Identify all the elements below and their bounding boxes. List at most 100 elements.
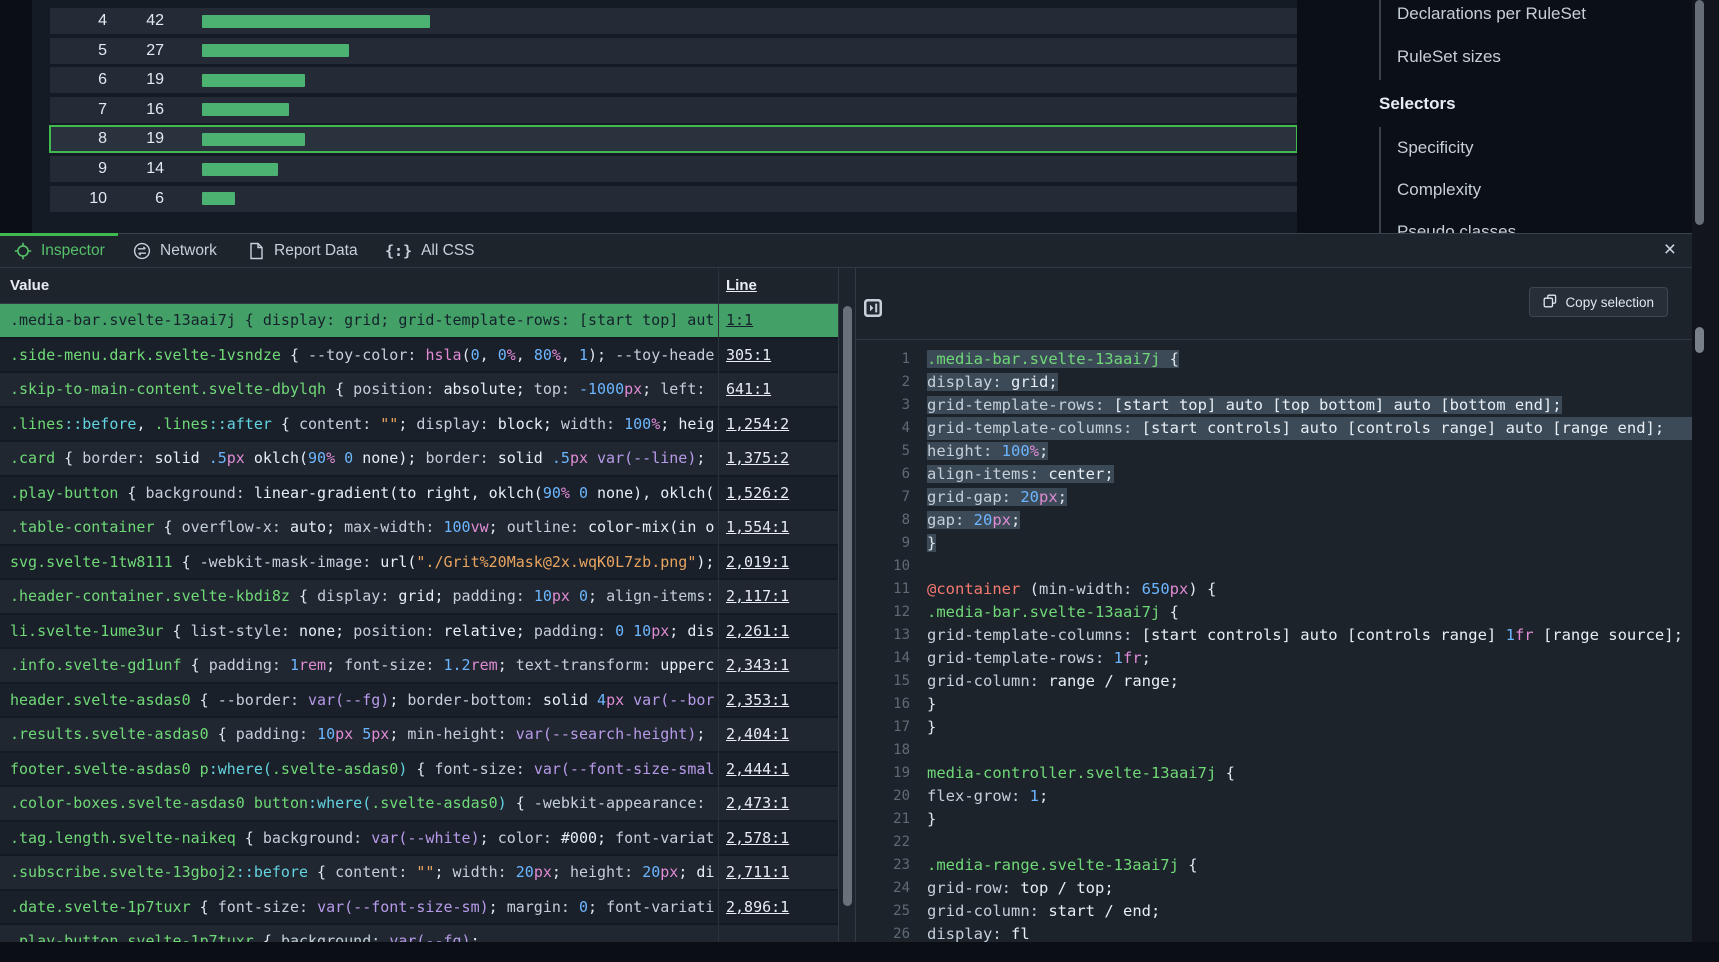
table-row[interactable]: .tag.length.svelte-naikeq { background: … [0,822,838,857]
table-row[interactable]: header.svelte-asdas0 { --border: var(--f… [0,684,838,719]
code-text: .media-bar.svelte-13aai7j { [927,601,1179,624]
page-scrollbar[interactable] [1692,0,1719,942]
table-row[interactable]: .date.svelte-1p7tuxr { font-size: var(--… [0,891,838,926]
code-token: min-height: [407,725,515,743]
table-row[interactable]: li.svelte-1ume3ur { list-style: none; po… [0,615,838,650]
code-token: 0 [471,346,480,364]
table-row[interactable]: footer.svelte-asdas0 p:where(.svelte-asd… [0,753,838,788]
table-row[interactable]: .skip-to-main-content.svelte-dbylqh { po… [0,373,838,408]
line-link[interactable]: 1,526:2 [726,477,789,509]
code-token: { [155,518,182,536]
table-row[interactable]: .play-button.svelte-1p7tuxr { background… [0,925,838,942]
line-link[interactable]: 2,019:1 [726,546,789,578]
nav-item-declarations-per-ruleset[interactable]: Declarations per RuleSet [1397,4,1586,24]
line-link[interactable]: 2,117:1 [726,580,789,612]
line-link[interactable]: 305:1 [726,339,771,371]
nav-item-specificity[interactable]: Specificity [1397,138,1474,158]
panel-toggle-icon[interactable] [864,299,882,317]
nav-item-ruleset-sizes[interactable]: RuleSet sizes [1397,47,1501,67]
table-row[interactable]: .header-container.svelte-kbdi8z { displa… [0,580,838,615]
close-icon[interactable]: × [1664,236,1676,264]
nav-item-pseudo-classes[interactable]: Pseudo classes [1397,222,1516,233]
rule-value-cell: .lines::before, .lines::after { content:… [10,408,714,440]
line-link[interactable]: 2,353:1 [726,684,789,716]
code-token: { [507,794,534,812]
table-scrollbar[interactable] [838,268,855,942]
tab-network[interactable]: Network [133,233,217,268]
tab-all-css[interactable]: {:}All CSS [385,233,475,268]
chart-row[interactable]: 619 [50,67,1297,93]
chart-row[interactable]: 106 [50,186,1297,212]
table-row[interactable]: .info.svelte-gd1unf { padding: 1rem; fon… [0,649,838,684]
line-link[interactable]: 641:1 [726,373,771,405]
copy-selection-button[interactable]: Copy selection [1529,287,1668,317]
table-row[interactable]: .subscribe.svelte-13gboj2::before { cont… [0,856,838,891]
code-body[interactable]: 1.media-bar.svelte-13aai7j {2 display: g… [856,348,1692,962]
code-token: gap: [927,511,974,529]
line-link[interactable]: 2,444:1 [726,753,789,785]
chart-row-count: 27 [107,42,164,60]
tab-bar: Inspector Network Report Data {:}All CSS × [0,233,1692,268]
tab-inspector[interactable]: Inspector [14,233,105,268]
line-link[interactable]: 2,261:1 [726,615,789,647]
rule-value-cell: .results.svelte-asdas0 { padding: 10px 5… [10,718,714,750]
nav-item-complexity[interactable]: Complexity [1397,180,1481,200]
line-number: 21 [856,808,918,831]
rule-value-cell: .side-menu.dark.svelte-1vsndze { --toy-c… [10,339,714,371]
chart-bar [202,74,305,87]
line-link[interactable]: 2,473:1 [726,787,789,819]
table-row[interactable]: .table-container { overflow-x: auto; max… [0,511,838,546]
chart-row[interactable]: 442 [50,8,1297,34]
code-token: 20 [642,863,660,881]
code-token: range / range; [1048,672,1179,690]
table-row[interactable]: .results.svelte-asdas0 { padding: 10px 5… [0,718,838,753]
code-token: grid-gap: [927,488,1020,506]
line-number: 23 [856,854,918,877]
code-token: fr [1515,626,1534,644]
table-scrollbar-thumb[interactable] [843,306,852,906]
table-row[interactable]: svg.svelte-1tw8111 { -webkit-mask-image:… [0,546,838,581]
code-token: padding: [236,725,317,743]
line-link[interactable]: 2,896:1 [726,891,789,923]
table-row[interactable]: .play-button { background: linear-gradie… [0,477,838,512]
nav-rule-top [1379,0,1381,80]
code-token: color: [498,829,561,847]
code-token: px [371,725,389,743]
inspector-panel: InspectorNetworkReport Data{:}All CSS × … [0,233,1692,942]
code-line: 9} [856,532,1692,555]
code-scrollbar-thumb[interactable] [1695,327,1704,353]
table-row[interactable]: .card { border: solid .5px oklch(90% 0 n… [0,442,838,477]
code-token: , [516,346,534,364]
code-token: { [281,346,308,364]
code-token: , [480,346,498,364]
network-icon [133,242,151,260]
chart-row[interactable]: 527 [50,38,1297,64]
code-token: );… [696,553,714,571]
code-token: align-items:… [606,587,714,605]
chart-row[interactable]: 914 [50,156,1297,182]
table-row[interactable]: .side-menu.dark.svelte-1vsndze { --toy-c… [0,339,838,374]
line-link[interactable]: 2,404:1 [726,718,789,750]
code-token: px [1039,488,1058,506]
chart-row-count: 19 [107,130,164,148]
line-link[interactable]: 2,343:1 [726,649,789,681]
line-link[interactable]: 2,711:1 [726,856,789,888]
page-scrollbar-thumb[interactable] [1695,0,1704,225]
table-row[interactable]: .lines::before, .lines::after { content:… [0,408,838,443]
chart-row-selected[interactable]: 819 [50,126,1297,152]
line-link[interactable]: 1,254:2 [726,408,789,440]
code-token: border: [425,449,497,467]
table-row[interactable]: .color-boxes.svelte-asdas0 button:where(… [0,787,838,822]
chart-row[interactable]: 716 [50,97,1297,123]
table-row-selected[interactable]: .media-bar.svelte-13aai7j { display: gri… [0,304,838,339]
code-token: --toy-color: [308,346,425,364]
line-link[interactable]: 1:1 [726,304,753,336]
column-header-line[interactable]: Line [726,268,757,304]
tab-report-data[interactable]: Report Data [248,233,358,268]
code-token: px [227,449,245,467]
code-token: :where( [209,760,272,778]
line-link[interactable]: 2,578:1 [726,822,789,854]
line-link[interactable]: 1,375:2 [726,442,789,474]
line-link[interactable]: 1,554:1 [726,511,789,543]
chart-bar [202,44,349,57]
